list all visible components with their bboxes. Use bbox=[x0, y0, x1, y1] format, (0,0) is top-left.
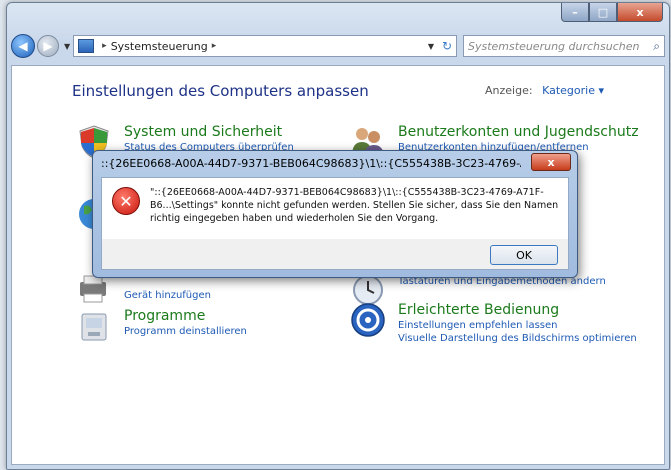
close-window-button[interactable]: x bbox=[617, 3, 663, 22]
dialog-title: ::{26EE0668-A00A-44D7-9371-BEB064C98683}… bbox=[101, 157, 521, 170]
caption-buttons: – □ x bbox=[561, 3, 663, 22]
forward-button[interactable]: ▶ bbox=[37, 35, 59, 57]
minimize-button[interactable]: – bbox=[561, 3, 589, 22]
forward-arrow-icon: ▶ bbox=[43, 39, 53, 53]
category-title-accounts[interactable]: Benutzerkonten und Jugendschutz bbox=[398, 124, 639, 140]
search-input[interactable]: Systemsteuerung durchsuchen ⌕ bbox=[463, 35, 665, 57]
dialog-footer: OK bbox=[101, 239, 569, 270]
search-placeholder: Systemsteuerung durchsuchen bbox=[468, 39, 640, 53]
link-optimize-display[interactable]: Visuelle Darstellung des Bildschirms opt… bbox=[398, 333, 637, 344]
navigation-bar: ◀ ▶ ▼ ▸ Systemsteuerung ▸ ▼ ↻ Systemsteu… bbox=[11, 33, 665, 59]
maximize-button[interactable]: □ bbox=[589, 3, 617, 22]
dialog-close-button[interactable]: x bbox=[531, 153, 571, 171]
back-button[interactable]: ◀ bbox=[11, 34, 35, 58]
category-title-ease[interactable]: Erleichterte Bedienung bbox=[398, 302, 559, 318]
link-uninstall-program[interactable]: Programm deinstallieren bbox=[124, 326, 247, 337]
programs-icon[interactable] bbox=[76, 308, 112, 344]
address-dropdown-icon[interactable]: ▼ bbox=[428, 42, 434, 51]
history-dropdown-icon[interactable]: ▼ bbox=[64, 42, 70, 51]
link-add-device[interactable]: Gerät hinzufügen bbox=[124, 290, 211, 301]
error-message: "::{26EE0668-A00A-44D7-9371-BEB064C98683… bbox=[150, 187, 559, 224]
ease-of-access-icon[interactable] bbox=[350, 302, 386, 338]
category-title-system[interactable]: System und Sicherheit bbox=[124, 124, 282, 140]
refresh-icon[interactable]: ↻ bbox=[442, 39, 452, 53]
page-title: Einstellungen des Computers anpassen bbox=[72, 82, 369, 100]
back-arrow-icon: ◀ bbox=[18, 39, 28, 53]
breadcrumb-chevron-icon[interactable]: ▸ bbox=[212, 41, 217, 51]
control-panel-icon bbox=[78, 39, 95, 53]
ok-button[interactable]: OK bbox=[490, 245, 558, 265]
error-icon: ✕ bbox=[112, 187, 140, 215]
dialog-body: ✕ "::{26EE0668-A00A-44D7-9371-BEB064C986… bbox=[101, 177, 569, 241]
error-dialog: ::{26EE0668-A00A-44D7-9371-BEB064C98683}… bbox=[92, 150, 578, 278]
view-label: Anzeige: bbox=[485, 84, 533, 97]
view-dropdown[interactable]: Kategorie ▾ bbox=[542, 84, 604, 97]
link-recommend-settings[interactable]: Einstellungen empfehlen lassen bbox=[398, 320, 557, 331]
view-selector: Anzeige: Kategorie ▾ bbox=[485, 84, 604, 97]
breadcrumb-systemsteuerung[interactable]: Systemsteuerung bbox=[111, 40, 208, 53]
category-title-programs[interactable]: Programme bbox=[124, 308, 205, 324]
search-icon[interactable]: ⌕ bbox=[653, 39, 660, 54]
breadcrumb-chevron-icon[interactable]: ▸ bbox=[102, 41, 107, 51]
address-bar[interactable]: ▸ Systemsteuerung ▸ ▼ ↻ bbox=[73, 35, 457, 57]
title-bar: – □ x bbox=[7, 3, 669, 29]
